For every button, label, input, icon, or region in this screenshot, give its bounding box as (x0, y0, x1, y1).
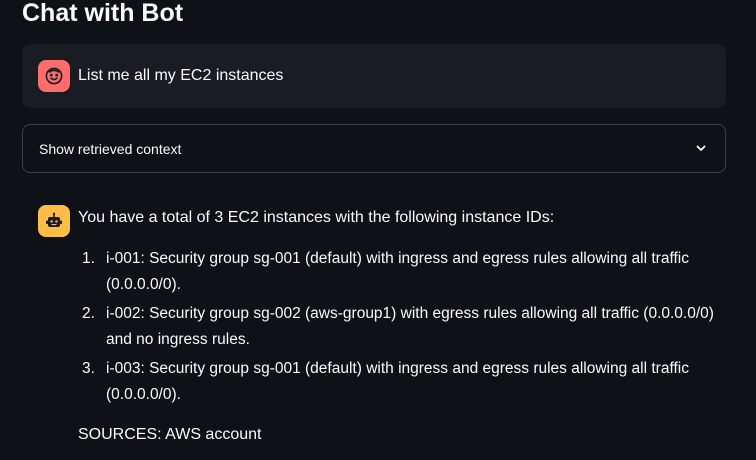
chat-page: Chat with Bot List me all my EC2 instanc… (0, 0, 756, 460)
list-item-number: 1. (82, 250, 95, 267)
list-item-text: i-003: Security group sg-001 (default) w… (106, 360, 689, 403)
sources-text: SOURCES: AWS account (78, 426, 262, 443)
user-chat-message: List me all my EC2 instances (22, 44, 726, 108)
list-item: 3. i-003: Security group sg-001 (default… (78, 356, 728, 408)
retrieved-context-expander[interactable]: Show retrieved context (22, 124, 726, 173)
list-item-number: 3. (82, 360, 95, 377)
instance-list: 1. i-001: Security group sg-001 (default… (78, 246, 728, 411)
chevron-down-icon (696, 145, 706, 151)
list-item-number: 2. (82, 305, 95, 322)
list-item-text: i-001: Security group sg-001 (default) w… (106, 250, 689, 293)
list-item-text: i-002: Security group sg-002 (aws-group1… (106, 305, 714, 348)
list-item: 2. i-002: Security group sg-002 (aws-gro… (78, 301, 728, 353)
user-face-icon (38, 60, 70, 92)
bot-icon (38, 205, 70, 237)
page-title: Chat with Bot (22, 0, 184, 27)
list-item: 1. i-001: Security group sg-001 (default… (78, 246, 728, 298)
user-message-text: List me all my EC2 instances (78, 67, 284, 84)
bot-message-intro: You have a total of 3 EC2 instances with… (78, 209, 555, 226)
expander-label: Show retrieved context (39, 141, 182, 157)
